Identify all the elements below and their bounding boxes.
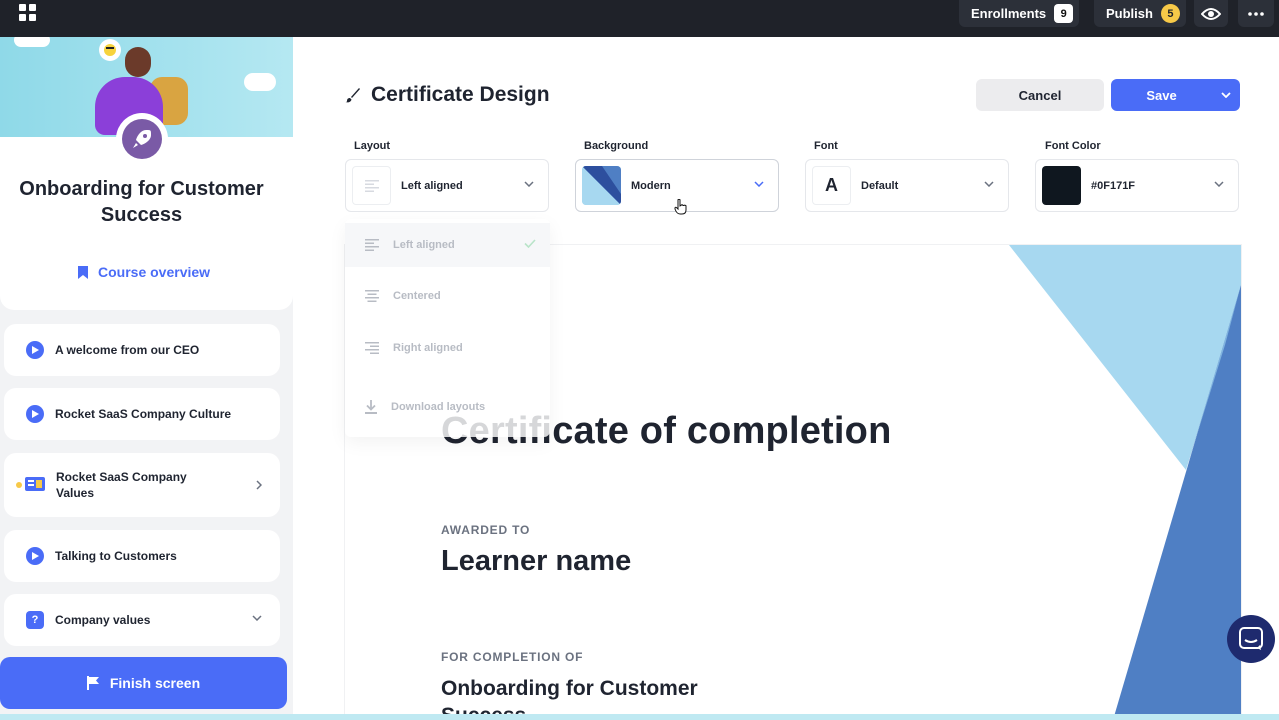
chevron-down-icon [754,181,764,187]
preview-eye-icon[interactable] [1194,0,1228,27]
layout-select[interactable]: Left aligned [345,159,549,212]
course-sidebar: Onboarding for Customer Success Course o… [0,37,293,720]
quiz-icon: ? [26,611,44,629]
publish-label: Publish [1106,6,1153,21]
layout-label: Layout [354,140,391,152]
play-icon [26,547,44,565]
lesson-item[interactable]: Talking to Customers [4,530,280,582]
hand-cursor-icon [674,199,687,215]
bottom-strip [0,714,1279,720]
rocket-logo-icon [116,113,168,165]
chevron-down-icon [984,181,994,187]
font-value: Default [861,179,899,192]
chevron-down-icon [1214,181,1224,187]
finish-screen-label: Finish screen [109,675,201,691]
bookmark-icon [78,265,88,279]
layout-option-right-aligned[interactable]: Right aligned [345,326,550,370]
lesson-item[interactable]: Rocket SaaS Company Culture [4,388,280,440]
download-icon [365,400,377,414]
enrollments-count-badge: 9 [1054,4,1074,23]
modern-background-thumbnail [582,166,621,205]
certificate-editor: Certificate Design Cancel Save Layout Ba… [293,37,1279,720]
play-icon [26,405,44,423]
enrollments-button[interactable]: Enrollments 9 [959,0,1079,27]
align-center-icon [365,290,379,302]
course-overview-label: Course overview [98,264,211,280]
lesson-label: Rocket SaaS Company Culture [55,407,232,421]
page-title: Certificate Design [345,83,550,107]
for-completion-label: FOR COMPLETION OF [441,650,584,664]
lesson-label: Rocket SaaS Company Values [56,470,187,500]
lesson-item[interactable]: A welcome from our CEO [4,324,280,376]
background-value: Modern [631,179,671,192]
apps-grid-icon[interactable] [14,2,40,22]
check-icon [524,239,536,248]
download-layouts-option[interactable]: Download layouts [345,385,550,429]
lesson-item[interactable]: Rocket SaaS Company Values [4,453,280,517]
lesson-label: A welcome from our CEO [55,343,200,357]
lesson-item[interactable]: ? Company values [4,594,280,646]
font-color-select[interactable]: #0F171F [1035,159,1239,212]
align-right-icon [365,342,379,354]
top-bar: Enrollments 9 Publish 5 [0,0,1279,37]
font-color-value: #0F171F [1091,179,1136,192]
lesson-label: Company values [55,613,151,627]
align-left-icon [352,166,391,205]
save-label: Save [1146,87,1177,103]
chevron-down-icon [252,615,262,621]
enrollments-label: Enrollments [971,6,1047,21]
font-label: Font [814,140,838,152]
chevron-down-icon [524,181,534,187]
slides-icon [25,476,45,494]
save-button[interactable]: Save [1111,79,1240,111]
learner-name: Learner name [441,545,632,577]
more-options-icon[interactable] [1238,0,1274,27]
chat-icon [1239,627,1263,650]
lesson-label: Talking to Customers [55,549,177,563]
play-icon [26,341,44,359]
font-select[interactable]: A Default [805,159,1009,212]
layout-dropdown-menu: Left aligned Centered Right aligned Down… [345,219,550,437]
layout-option-left-aligned[interactable]: Left aligned [345,223,550,267]
awarded-to-label: AWARDED TO [441,523,531,537]
save-options-chevron-icon[interactable] [1212,79,1240,111]
publish-count-badge: 5 [1160,4,1180,23]
flag-icon [86,676,99,690]
layout-option-centered[interactable]: Centered [345,274,550,318]
layout-value: Left aligned [401,179,463,192]
brush-icon [345,88,360,103]
course-overview-link[interactable]: Course overview [77,264,210,280]
course-header-card: Onboarding for Customer Success Course o… [0,37,293,310]
publish-button[interactable]: Publish 5 [1094,0,1186,27]
course-title: Onboarding for Customer Success [19,178,264,226]
status-dot [16,482,22,488]
chevron-right-icon [256,480,262,490]
font-color-label: Font Color [1045,140,1101,152]
font-glyph: A [812,166,851,205]
chat-launcher-button[interactable] [1227,615,1275,663]
background-label: Background [584,140,649,152]
cancel-button[interactable]: Cancel [976,79,1104,111]
font-color-swatch [1042,166,1081,205]
finish-screen-button[interactable]: Finish screen [0,657,287,709]
align-left-icon [365,239,379,251]
